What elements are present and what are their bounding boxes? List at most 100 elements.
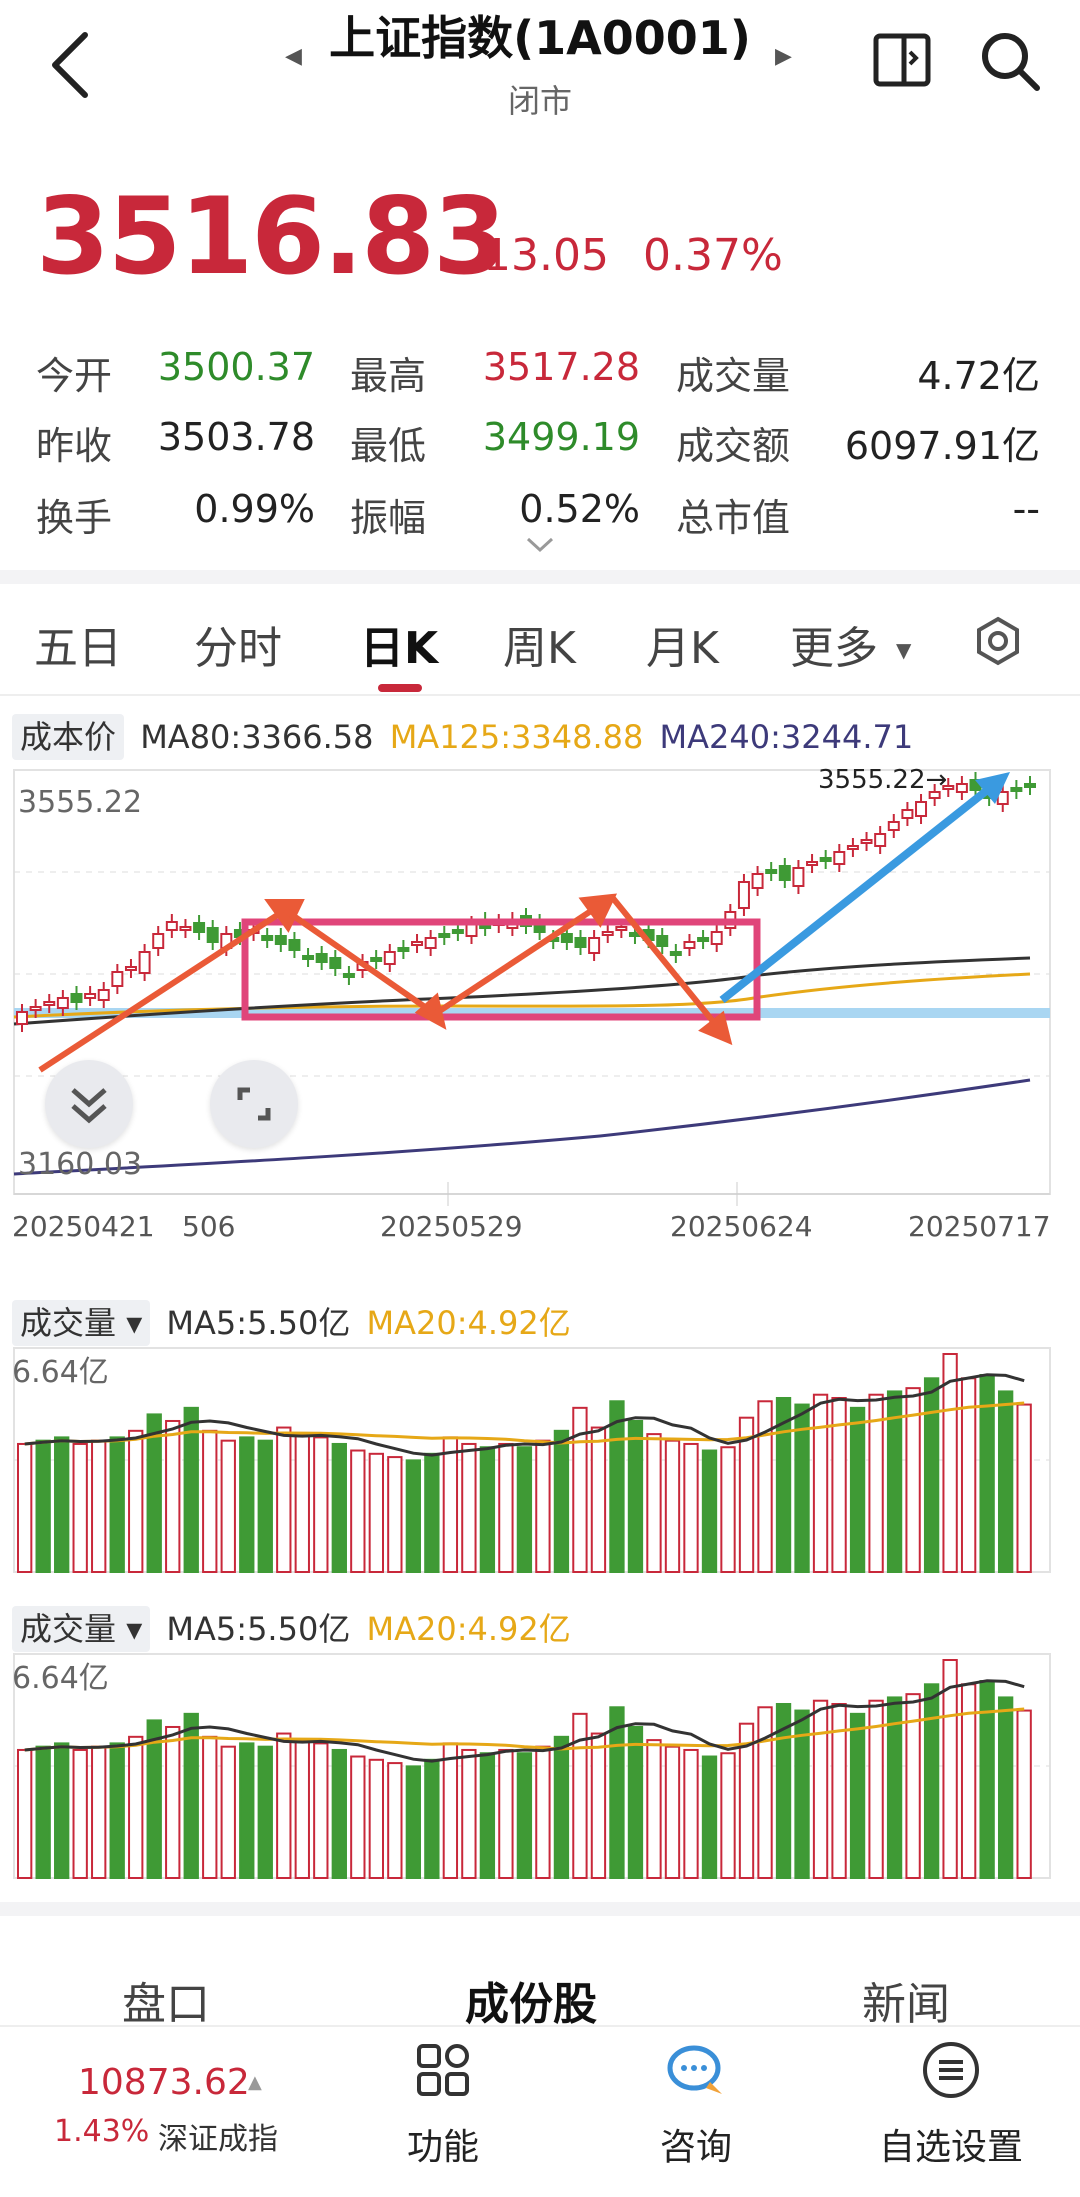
- kline-chart[interactable]: 3555.22 3160.03 3555.22→ 20250421 506 20…: [0, 762, 1080, 1272]
- candle: [124, 966, 137, 971]
- watchlist-settings-button[interactable]: 自选设置: [861, 2118, 1041, 2170]
- sz-index-pct: 1.43%: [54, 2114, 150, 2149]
- volume-bar: [553, 1429, 570, 1573]
- candle: [901, 809, 914, 819]
- volume-bar: [442, 1436, 459, 1573]
- candle: [29, 1006, 42, 1011]
- stat-label: 昨收: [36, 424, 113, 468]
- consult-button[interactable]: 咨询: [606, 2118, 786, 2170]
- bottom-toolbar: [0, 2025, 1080, 2197]
- sz-index-value[interactable]: 10873.62: [78, 2062, 250, 2103]
- candle: [288, 939, 301, 951]
- volume-bar: [683, 1442, 699, 1574]
- ma240-label: MA240:3244.71: [659, 718, 914, 756]
- volume-bar: [239, 1742, 255, 1879]
- ma240-line: [13, 1078, 1031, 1176]
- next-stock-icon[interactable]: ▶: [775, 44, 792, 69]
- tab-constituents[interactable]: 成份股: [465, 1968, 597, 2032]
- candle: [193, 922, 206, 933]
- volume-bar: [720, 1446, 736, 1573]
- menu-circle-icon[interactable]: [921, 2040, 981, 2104]
- settings-hexagon-icon[interactable]: [975, 616, 1021, 670]
- stat-value: 3499.19: [482, 415, 640, 459]
- stat-label: 最低: [350, 424, 427, 468]
- tab-0[interactable]: 五日: [34, 612, 122, 676]
- stat-value: 0.99%: [194, 487, 315, 531]
- volume-bar: [294, 1739, 310, 1880]
- volume-legend-2: 成交量 ▾ MA5:5.50亿 MA20:4.92亿: [12, 1604, 571, 1652]
- volume-bar: [923, 1377, 940, 1573]
- candle: [111, 971, 124, 987]
- volume-bar: [35, 1439, 51, 1573]
- function-button[interactable]: 功能: [353, 2118, 533, 2170]
- section-divider: [0, 1902, 1080, 1916]
- tab-2[interactable]: 日K: [360, 612, 438, 676]
- volume-chart-2[interactable]: 6.64亿: [0, 1646, 1080, 1886]
- volume-bar: [701, 1755, 718, 1879]
- tab-1[interactable]: 分时: [194, 612, 282, 676]
- volume-y-high-1: 6.64亿: [12, 1355, 109, 1390]
- chat-bubble-icon[interactable]: [666, 2042, 726, 2102]
- candle: [806, 861, 819, 866]
- volume-bar: [498, 1442, 514, 1574]
- more-caret-icon[interactable]: ▼: [896, 638, 911, 662]
- volume-y-high-2: 6.64亿: [12, 1661, 109, 1696]
- expand-chevron-icon[interactable]: [525, 535, 555, 559]
- volume-bar: [609, 1400, 625, 1573]
- kline-y-high: 3555.22: [18, 785, 142, 820]
- volume-bar: [535, 1439, 551, 1573]
- tab-4[interactable]: 月K: [646, 612, 719, 676]
- volume-bar: [479, 1752, 496, 1879]
- volume-bar: [479, 1446, 496, 1573]
- kline-date-3: 20250529: [380, 1210, 523, 1243]
- fullscreen-button[interactable]: [210, 1060, 298, 1148]
- candle: [342, 973, 355, 978]
- volume-bar: [220, 1745, 236, 1879]
- tab-5[interactable]: 更多: [790, 612, 878, 676]
- candle: [656, 935, 669, 947]
- volume-bar: [812, 1699, 829, 1879]
- volume-bar: [590, 1426, 607, 1573]
- stat-label: 振幅: [350, 496, 427, 540]
- volume-bar: [405, 1459, 422, 1573]
- candle: [1024, 783, 1036, 788]
- candle: [615, 926, 628, 931]
- candle: [588, 937, 601, 954]
- volume-bar: [701, 1449, 718, 1573]
- stat-label: 成交量: [676, 354, 791, 398]
- collapse-indicator-button[interactable]: [45, 1060, 133, 1148]
- last-price: 3516.83: [36, 175, 507, 298]
- candle: [261, 935, 274, 941]
- candle: [438, 933, 451, 938]
- volume-bar: [405, 1765, 422, 1879]
- candle: [424, 937, 437, 949]
- kline-date-1: 20250421: [12, 1210, 155, 1243]
- candle: [56, 997, 69, 1009]
- cost-price-chip[interactable]: 成本价: [12, 714, 125, 760]
- candle: [955, 783, 968, 793]
- volume-bar: [997, 1390, 1014, 1574]
- volume-bar: [239, 1436, 255, 1573]
- volume-bar: [313, 1742, 329, 1879]
- ma80-label: MA80:3366.58: [140, 718, 374, 756]
- volume-bar: [257, 1745, 273, 1879]
- search-icon[interactable]: [975, 26, 1043, 98]
- tab-order-book[interactable]: 盘口: [122, 1968, 210, 2032]
- candle: [874, 833, 887, 847]
- volume-chart-1[interactable]: 6.64亿: [0, 1340, 1080, 1580]
- candle: [778, 865, 791, 881]
- candle: [751, 873, 764, 889]
- volume-bar: [313, 1436, 329, 1573]
- function-grid-icon[interactable]: [415, 2042, 471, 2102]
- tab-3[interactable]: 周K: [503, 612, 576, 676]
- volume-bar: [942, 1353, 958, 1573]
- volume-bar: [257, 1439, 273, 1573]
- candle: [411, 941, 424, 946]
- layout-switch-icon[interactable]: [870, 28, 934, 96]
- top-bar: ◀ 上证指数(1A0001) ▶ 闭市: [0, 0, 1080, 130]
- tab-news[interactable]: 新闻: [862, 1968, 950, 2032]
- volume-bar: [646, 1433, 662, 1574]
- stat-label: 换手: [36, 496, 113, 540]
- up-triangle-icon: ▲: [248, 2072, 262, 2093]
- volume-bar: [72, 1442, 88, 1574]
